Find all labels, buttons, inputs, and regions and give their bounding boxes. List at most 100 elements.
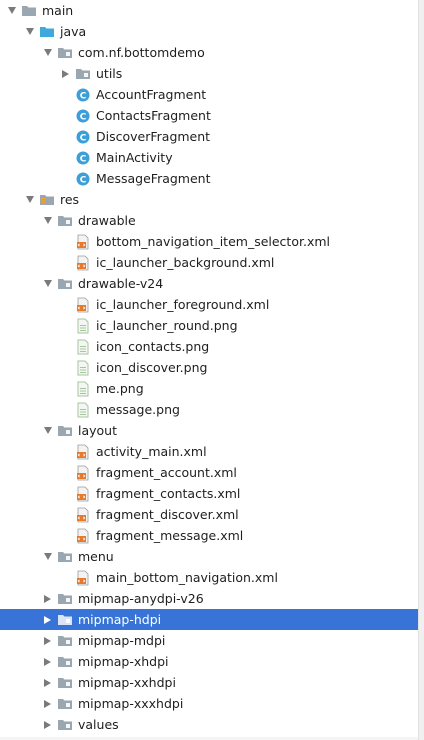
- expand-arrow-right-icon[interactable]: [60, 63, 72, 84]
- tree-row[interactable]: C AccountFragment: [0, 84, 418, 105]
- tree-row-label: java: [60, 24, 87, 39]
- expand-arrow-right-icon[interactable]: [42, 714, 54, 735]
- class-icon: C: [75, 171, 91, 187]
- tree-row-label: fragment_discover.xml: [96, 507, 239, 522]
- xml-file-icon: [75, 444, 91, 460]
- package-icon: [75, 66, 91, 82]
- tree-row[interactable]: activity_main.xml: [0, 441, 418, 462]
- tree-row[interactable]: mipmap-anydpi-v26: [0, 588, 418, 609]
- tree-row[interactable]: fragment_contacts.xml: [0, 483, 418, 504]
- class-icon: C: [75, 108, 91, 124]
- xml-file-icon: [75, 528, 91, 544]
- tree-row[interactable]: C MessageFragment: [0, 168, 418, 189]
- tree-row[interactable]: fragment_message.xml: [0, 525, 418, 546]
- tree-row[interactable]: icon_contacts.png: [0, 336, 418, 357]
- expand-arrow-down-icon[interactable]: [6, 0, 18, 21]
- expand-arrow-down-icon[interactable]: [42, 273, 54, 294]
- tree-row-label: icon_discover.png: [96, 360, 208, 375]
- tree-row[interactable]: icon_discover.png: [0, 357, 418, 378]
- tree-row-label: activity_main.xml: [96, 444, 207, 459]
- xml-file-icon: [75, 255, 91, 271]
- project-tree: main java com.nf.bottomdemo utils C AccountFr…: [0, 0, 418, 735]
- tree-row[interactable]: fragment_discover.xml: [0, 504, 418, 525]
- tree-row[interactable]: me.png: [0, 378, 418, 399]
- xml-file-icon: [75, 297, 91, 313]
- tree-row-label: values: [78, 717, 119, 732]
- package-icon: [57, 45, 73, 61]
- expand-arrow-right-icon[interactable]: [42, 693, 54, 714]
- expand-arrow-down-icon[interactable]: [42, 42, 54, 63]
- tree-row[interactable]: mipmap-xhdpi: [0, 651, 418, 672]
- svg-text:C: C: [80, 154, 87, 164]
- class-icon: C: [75, 129, 91, 145]
- tree-row[interactable]: C MainActivity: [0, 147, 418, 168]
- tree-row-label: MessageFragment: [96, 171, 211, 186]
- svg-text:C: C: [80, 112, 87, 122]
- tree-row[interactable]: mipmap-xxxhdpi: [0, 693, 418, 714]
- tree-row[interactable]: ic_launcher_round.png: [0, 315, 418, 336]
- xml-file-icon: [75, 234, 91, 250]
- tree-row-label: main: [42, 3, 74, 18]
- tree-row[interactable]: message.png: [0, 399, 418, 420]
- image-file-icon: [75, 381, 91, 397]
- tree-row[interactable]: main_bottom_navigation.xml: [0, 567, 418, 588]
- xml-file-icon: [75, 465, 91, 481]
- tree-row-label: me.png: [96, 381, 144, 396]
- image-file-icon: [75, 318, 91, 334]
- expand-arrow-right-icon[interactable]: [42, 609, 54, 630]
- expand-arrow-right-icon[interactable]: [42, 630, 54, 651]
- tree-row[interactable]: fragment_account.xml: [0, 462, 418, 483]
- tree-row[interactable]: ic_launcher_background.xml: [0, 252, 418, 273]
- tree-row-label: ContactsFragment: [96, 108, 211, 123]
- expand-arrow-down-icon[interactable]: [42, 546, 54, 567]
- tree-row[interactable]: main: [0, 0, 418, 21]
- tree-row-label: ic_launcher_round.png: [96, 318, 238, 333]
- expand-arrow-down-icon[interactable]: [24, 21, 36, 42]
- class-icon: C: [75, 87, 91, 103]
- tree-row[interactable]: utils: [0, 63, 418, 84]
- vertical-scrollbar[interactable]: [418, 0, 424, 740]
- expand-arrow-down-icon[interactable]: [42, 420, 54, 441]
- tree-row[interactable]: drawable-v24: [0, 273, 418, 294]
- svg-text:C: C: [80, 91, 87, 101]
- expand-arrow-down-icon[interactable]: [42, 210, 54, 231]
- tree-row[interactable]: res: [0, 189, 418, 210]
- expand-arrow-right-icon[interactable]: [42, 672, 54, 693]
- tree-row-label: com.nf.bottomdemo: [78, 45, 205, 60]
- tree-row[interactable]: C ContactsFragment: [0, 105, 418, 126]
- image-file-icon: [75, 339, 91, 355]
- tree-row[interactable]: layout: [0, 420, 418, 441]
- tree-row-label: AccountFragment: [96, 87, 207, 102]
- tree-row[interactable]: values: [0, 714, 418, 735]
- tree-row[interactable]: bottom_navigation_item_selector.xml: [0, 231, 418, 252]
- tree-row[interactable]: mipmap-hdpi: [0, 609, 418, 630]
- tree-row-label: mipmap-anydpi-v26: [78, 591, 204, 606]
- tree-row-label: mipmap-xxhdpi: [78, 675, 176, 690]
- package-icon: [57, 696, 73, 712]
- svg-text:C: C: [80, 175, 87, 185]
- tree-row[interactable]: drawable: [0, 210, 418, 231]
- tree-row[interactable]: java: [0, 21, 418, 42]
- tree-row-label: fragment_message.xml: [96, 528, 244, 543]
- tree-row-label: fragment_contacts.xml: [96, 486, 241, 501]
- expand-arrow-down-icon[interactable]: [24, 189, 36, 210]
- tree-row-label: utils: [96, 66, 123, 81]
- tree-row[interactable]: mipmap-xxhdpi: [0, 672, 418, 693]
- package-icon: [57, 633, 73, 649]
- package-icon: [57, 654, 73, 670]
- package-icon: [57, 717, 73, 733]
- tree-row-label: mipmap-hdpi: [78, 612, 162, 627]
- tree-row-label: message.png: [96, 402, 180, 417]
- tree-row[interactable]: mipmap-mdpi: [0, 630, 418, 651]
- tree-row[interactable]: com.nf.bottomdemo: [0, 42, 418, 63]
- resource-folder-icon: [39, 192, 55, 208]
- expand-arrow-right-icon[interactable]: [42, 651, 54, 672]
- tree-row-label: mipmap-mdpi: [78, 633, 166, 648]
- tree-row-label: bottom_navigation_item_selector.xml: [96, 234, 330, 249]
- expand-arrow-right-icon[interactable]: [42, 588, 54, 609]
- tree-row[interactable]: C DiscoverFragment: [0, 126, 418, 147]
- tree-row[interactable]: ic_launcher_foreground.xml: [0, 294, 418, 315]
- tree-row-label: mipmap-xhdpi: [78, 654, 169, 669]
- package-icon: [57, 549, 73, 565]
- tree-row[interactable]: menu: [0, 546, 418, 567]
